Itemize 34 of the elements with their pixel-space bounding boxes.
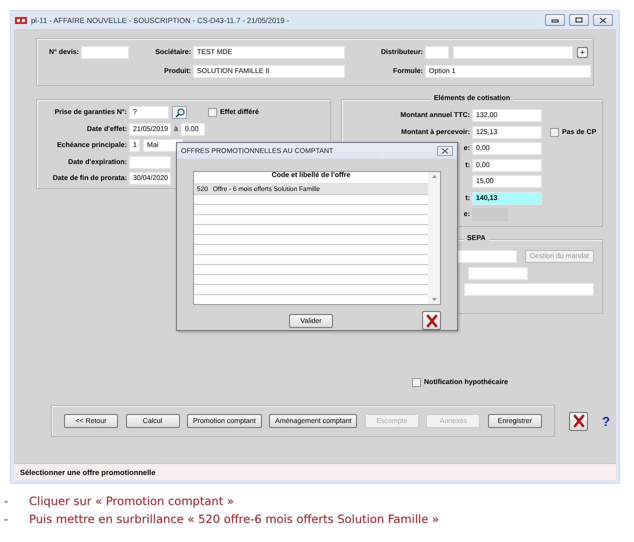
quote-number-field[interactable] <box>81 46 129 58</box>
date-field[interactable] <box>129 156 171 168</box>
maximize-icon <box>575 17 583 23</box>
app-icon <box>15 16 27 24</box>
cancel-icon <box>424 314 438 328</box>
text-field[interactable] <box>464 283 594 296</box>
cancel-button[interactable] <box>569 412 588 430</box>
distributor-code-field[interactable] <box>425 46 449 58</box>
close-button[interactable] <box>437 146 453 156</box>
close-icon <box>599 16 607 24</box>
scroll-up-icon <box>432 175 436 178</box>
text-field[interactable] <box>468 266 528 280</box>
cancel-button[interactable] <box>422 311 441 330</box>
bullet: - <box>4 512 10 526</box>
search-button[interactable] <box>172 106 187 119</box>
bullet: - <box>4 494 10 508</box>
scroll-down-icon <box>432 298 436 301</box>
search-icon <box>174 108 184 118</box>
maximize-button[interactable] <box>569 14 589 26</box>
checkbox[interactable] <box>412 378 421 387</box>
help-link[interactable]: ? <box>602 414 610 428</box>
minimize-icon <box>551 17 559 23</box>
distributor-name-field[interactable] <box>453 46 573 58</box>
text-field[interactable] <box>456 250 517 263</box>
close-icon <box>441 148 449 154</box>
checkbox[interactable] <box>550 128 559 136</box>
close-button[interactable] <box>593 14 613 26</box>
add-button[interactable]: + <box>577 46 588 58</box>
cancel-icon <box>572 414 586 428</box>
instruction-text: Cliquer sur « Promotion comptant » <box>29 494 234 508</box>
scrollbar[interactable] <box>428 172 440 304</box>
instruction-text: Puis mettre en surbrillance « 520 offre-6 mois offerts Solution Famille » <box>29 512 439 526</box>
checkbox[interactable] <box>208 108 217 117</box>
minimize-button[interactable] <box>545 14 565 26</box>
